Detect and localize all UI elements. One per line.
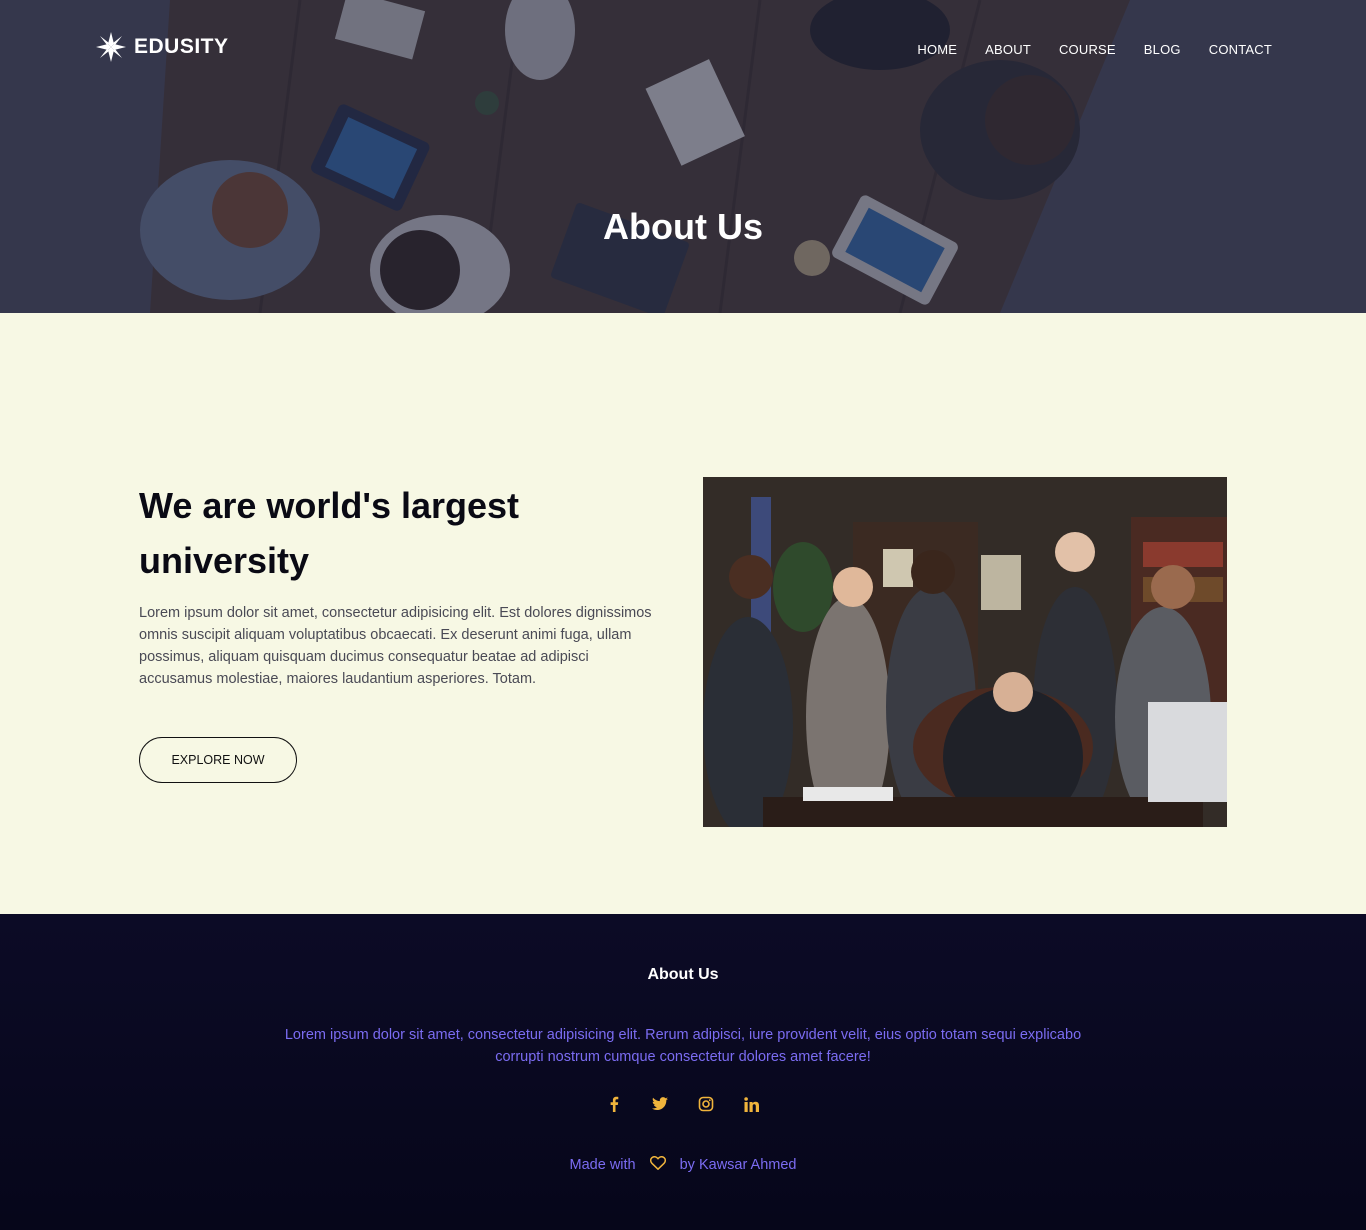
logo[interactable]: EDUSITY <box>94 30 229 64</box>
footer-title: About Us <box>647 966 719 983</box>
heart-icon <box>649 1155 666 1174</box>
twitter-icon[interactable] <box>650 1094 670 1114</box>
nav-contact[interactable]: CONTACT <box>1209 42 1272 57</box>
footer-credit: Made with by Kawsar Ahmed <box>0 1155 1366 1174</box>
logo-text: EDUSITY <box>134 35 229 58</box>
nav-course[interactable]: COURSE <box>1059 42 1116 57</box>
page-title: About Us <box>603 206 763 247</box>
facebook-icon[interactable] <box>604 1094 624 1114</box>
nav-about[interactable]: ABOUT <box>985 42 1031 57</box>
about-heading: We are world's largest university <box>139 485 520 581</box>
credit-prefix: Made with <box>569 1157 636 1173</box>
team-photo <box>703 477 1227 827</box>
logo-star-icon <box>96 32 126 62</box>
nav-blog[interactable]: BLOG <box>1144 42 1181 57</box>
footer-text: Lorem ipsum dolor sit amet, consectetur … <box>284 1027 1082 1065</box>
about-section: We are world's largest university Lorem … <box>0 313 1366 914</box>
instagram-icon[interactable] <box>696 1094 716 1114</box>
hero-banner: EDUSITY HOME ABOUT COURSE BLOG CONTACT A… <box>0 0 1366 313</box>
social-links <box>0 1094 1366 1114</box>
nav-home[interactable]: HOME <box>917 42 957 57</box>
credit-suffix: by Kawsar Ahmed <box>679 1157 797 1173</box>
footer: About Us Lorem ipsum dolor sit amet, con… <box>0 914 1366 1230</box>
linkedin-icon[interactable] <box>742 1094 762 1114</box>
explore-now-button[interactable]: EXPLORE NOW <box>139 737 297 783</box>
main-nav: HOME ABOUT COURSE BLOG CONTACT <box>917 42 1272 57</box>
about-paragraph: Lorem ipsum dolor sit amet, consectetur … <box>139 605 652 687</box>
